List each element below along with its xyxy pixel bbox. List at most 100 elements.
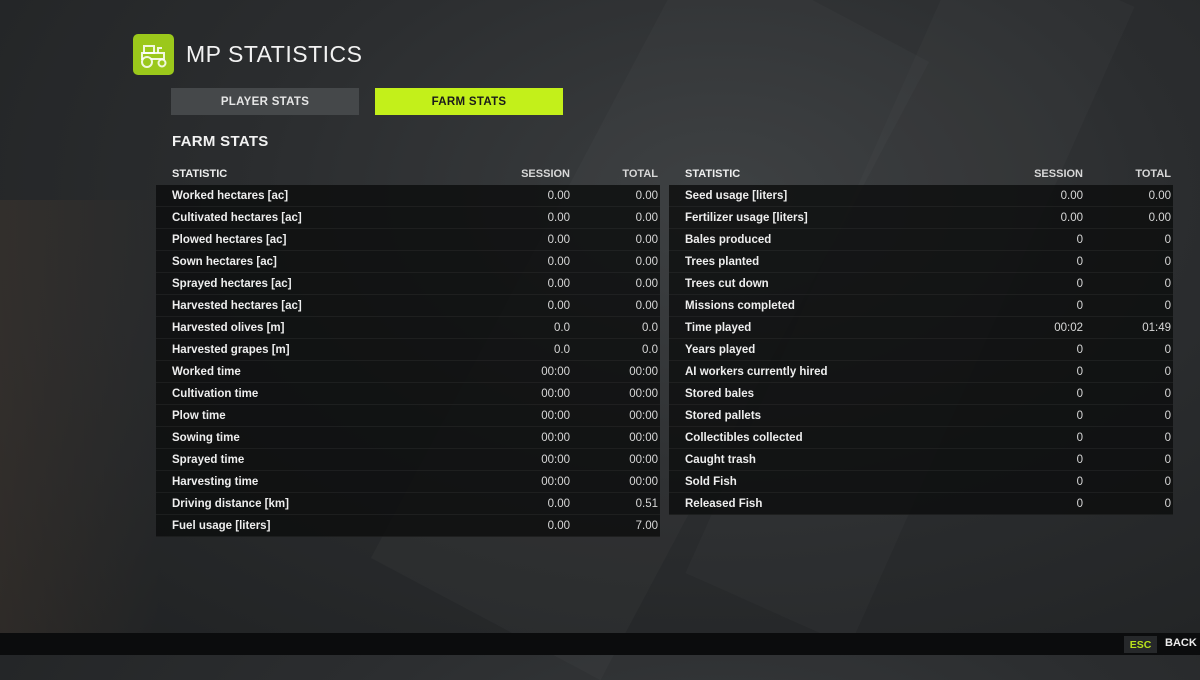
total-value: 00:00 — [629, 453, 658, 466]
page-title: MP STATISTICS — [186, 41, 363, 67]
total-value: 0 — [1164, 387, 1171, 400]
stat-name: Stored pallets — [685, 409, 762, 422]
section-title: FARM STATS — [172, 133, 269, 150]
column-header-statistic: STATISTIC — [685, 168, 741, 180]
bottom-bar — [0, 633, 1200, 655]
total-value: 0 — [1164, 475, 1171, 488]
table-row: Plowed hectares [ac] 0.00 0.00 — [156, 229, 660, 251]
stat-name: Released Fish — [685, 497, 763, 510]
stat-name: Stored bales — [685, 387, 755, 400]
tab-farm-stats[interactable]: FARM STATS — [375, 88, 563, 115]
column-header-statistic: STATISTIC — [172, 168, 228, 180]
total-value: 0 — [1164, 431, 1171, 444]
session-value: 0.00 — [547, 189, 570, 202]
table-row: Sown hectares [ac] 0.00 0.00 — [156, 251, 660, 273]
stat-name: Time played — [685, 321, 752, 334]
stat-name: Caught trash — [685, 453, 756, 466]
right-table-body: Seed usage [liters] 0.00 0.00 Fertilizer us… — [669, 185, 1173, 515]
table-row: Sold Fish 0 0 — [669, 471, 1173, 493]
table-row: Sowing time 00:00 00:00 — [156, 427, 660, 449]
table-row: Caught trash 0 0 — [669, 449, 1173, 471]
table-header: STATISTIC SESSION TOTAL — [669, 163, 1173, 185]
total-value: 0.0 — [642, 321, 658, 334]
total-value: 0.00 — [635, 233, 658, 246]
tab-player-stats[interactable]: PLAYER STATS — [171, 88, 359, 115]
total-value: 0 — [1164, 299, 1171, 312]
session-value: 0 — [1076, 431, 1083, 444]
session-value: 0.00 — [1060, 189, 1083, 202]
table-row: Plow time 00:00 00:00 — [156, 405, 660, 427]
column-header-session: SESSION — [521, 168, 570, 180]
table-row: Released Fish 0 0 — [669, 493, 1173, 515]
table-row: Sprayed time 00:00 00:00 — [156, 449, 660, 471]
total-value: 0.00 — [635, 277, 658, 290]
stat-name: Bales produced — [685, 233, 772, 246]
session-value: 00:02 — [1054, 321, 1083, 334]
stat-name: Worked time — [172, 365, 241, 378]
table-row: Harvested grapes [m] 0.0 0.0 — [156, 339, 660, 361]
background-vignette — [0, 200, 160, 655]
table-row: Harvested hectares [ac] 0.00 0.00 — [156, 295, 660, 317]
stat-name: Sold Fish — [685, 475, 737, 488]
total-value: 0 — [1164, 255, 1171, 268]
session-value: 0 — [1076, 299, 1083, 312]
stat-name: Harvested hectares [ac] — [172, 299, 302, 312]
session-value: 0.00 — [547, 299, 570, 312]
back-button[interactable]: BACK — [1165, 637, 1197, 649]
table-row: Seed usage [liters] 0.00 0.00 — [669, 185, 1173, 207]
session-value: 0 — [1076, 255, 1083, 268]
table-row: Trees cut down 0 0 — [669, 273, 1173, 295]
table-row: Collectibles collected 0 0 — [669, 427, 1173, 449]
session-value: 00:00 — [541, 409, 570, 422]
total-value: 0.00 — [635, 255, 658, 268]
stat-name: Harvested grapes [m] — [172, 343, 290, 356]
stat-name: Cultivated hectares [ac] — [172, 211, 302, 224]
stat-name: Missions completed — [685, 299, 795, 312]
table-row: Harvested olives [m] 0.0 0.0 — [156, 317, 660, 339]
stat-name: Fertilizer usage [liters] — [685, 211, 808, 224]
table-row: Fuel usage [liters] 0.00 7.00 — [156, 515, 660, 537]
stat-name: Years played — [685, 343, 756, 356]
total-value: 0 — [1164, 453, 1171, 466]
stat-name: Harvesting time — [172, 475, 259, 488]
table-row: Stored pallets 0 0 — [669, 405, 1173, 427]
total-value: 0.00 — [635, 211, 658, 224]
stat-name: Collectibles collected — [685, 431, 803, 444]
table-row: AI workers currently hired 0 0 — [669, 361, 1173, 383]
session-value: 0.0 — [554, 321, 570, 334]
session-value: 0 — [1076, 343, 1083, 356]
total-value: 0 — [1164, 409, 1171, 422]
table-row: Years played 0 0 — [669, 339, 1173, 361]
stat-name: Worked hectares [ac] — [172, 189, 289, 202]
total-value: 0 — [1164, 277, 1171, 290]
stat-name: Cultivation time — [172, 387, 259, 400]
stat-name: Sowing time — [172, 431, 240, 444]
total-value: 01:49 — [1142, 321, 1171, 334]
total-value: 7.00 — [635, 519, 658, 532]
total-value: 0.00 — [1148, 211, 1171, 224]
stat-name: Sprayed hectares [ac] — [172, 277, 292, 290]
total-value: 00:00 — [629, 475, 658, 488]
left-stats-table: STATISTIC SESSION TOTAL Worked hectares … — [156, 163, 660, 537]
total-value: 0.00 — [635, 299, 658, 312]
table-row: Time played 00:02 01:49 — [669, 317, 1173, 339]
tractor-icon — [133, 34, 174, 75]
table-row: Harvesting time 00:00 00:00 — [156, 471, 660, 493]
page-header: MP STATISTICS — [133, 34, 362, 75]
table-row: Trees planted 0 0 — [669, 251, 1173, 273]
table-row: Cultivation time 00:00 00:00 — [156, 383, 660, 405]
column-header-session: SESSION — [1034, 168, 1083, 180]
table-row: Worked hectares [ac] 0.00 0.00 — [156, 185, 660, 207]
stat-name: Sprayed time — [172, 453, 245, 466]
total-value: 0 — [1164, 343, 1171, 356]
total-value: 00:00 — [629, 387, 658, 400]
session-value: 0.00 — [547, 519, 570, 532]
session-value: 0.0 — [554, 343, 570, 356]
table-row: Fertilizer usage [liters] 0.00 0.00 — [669, 207, 1173, 229]
total-value: 0 — [1164, 497, 1171, 510]
session-value: 0 — [1076, 277, 1083, 290]
stat-name: Trees cut down — [685, 277, 769, 290]
session-value: 0 — [1076, 365, 1083, 378]
esc-key-button[interactable]: ESC — [1124, 636, 1157, 653]
session-value: 0.00 — [547, 277, 570, 290]
